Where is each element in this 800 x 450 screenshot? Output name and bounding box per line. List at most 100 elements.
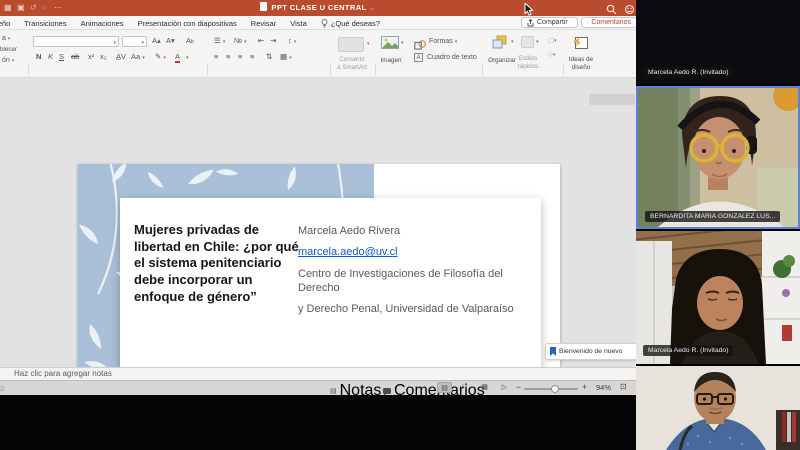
clear-format-icon[interactable]: Ab [186, 36, 194, 45]
cuadro-texto-label[interactable]: Cuadro de texto [427, 54, 477, 61]
normal-view-button[interactable]: ▤ [437, 382, 452, 393]
powerpoint-doc-icon [260, 2, 267, 11]
affiliation-line-2: y Derecho Penal, Universidad de Valparaí… [298, 302, 534, 316]
ppt-ribbon: a ▾ blecer ón ▾ ▾ ▾ A▴ A▾ Ab N K S ab x²… [0, 30, 636, 78]
participant-tile-1[interactable]: Marcela Aedo R. (Invitado) [636, 0, 800, 84]
scroll-gutter[interactable] [589, 94, 635, 105]
align-center-icon[interactable]: ≡ [226, 52, 230, 61]
participant-tile-2-active-speaker[interactable]: BERNARDITA MARIA GONZALEZ LUS... [636, 86, 800, 229]
tab-transiciones[interactable]: Transiciones [24, 19, 66, 28]
slide-text-card: Mujeres privadas de libertad en Chile: ¿… [120, 198, 541, 384]
letterbox-strip [0, 395, 636, 450]
font-color-icon[interactable]: A [175, 52, 180, 63]
notes-icon: ▤ [330, 387, 337, 395]
align-right-icon[interactable]: ≡ [238, 52, 242, 61]
convert-smartart-label[interactable]: Convertira SmartArt [330, 56, 374, 72]
feedback-smiley-icon[interactable]: ☺ [0, 383, 6, 393]
share-button[interactable]: Compartir [521, 17, 578, 28]
ribbon-clipped-1[interactable]: a ▾ [2, 35, 10, 42]
email-link[interactable]: marcela.aedo@uv.cl [298, 246, 398, 258]
textbox-icon: A [414, 53, 423, 62]
zoom-out-button[interactable]: − [516, 382, 521, 392]
reading-view-button[interactable]: ▦ [477, 382, 492, 393]
superscript-button[interactable]: x² [88, 52, 94, 61]
screen-share-powerpoint: ▦ ▣ ↺ ○ ⋯ PPT CLASE U CENTRAL ⌄ Diseño T… [0, 0, 636, 395]
numbering-icon[interactable]: № ▾ [234, 36, 247, 45]
menu-tabs: Diseño Transiciones Animaciones Presenta… [0, 16, 380, 30]
italic-button[interactable]: K [48, 52, 53, 61]
formas-label[interactable]: Formas ▾ [429, 38, 457, 45]
participant-name: Marcela Aedo R. (Invitado) [643, 345, 733, 356]
strikethrough-button[interactable]: ab [71, 52, 79, 61]
participant-name: Marcela Aedo R. (Invitado) [643, 67, 733, 78]
justify-icon[interactable]: ≡ [250, 52, 254, 61]
bold-button[interactable]: N [36, 52, 41, 61]
picture-icon[interactable] [381, 36, 399, 54]
participant-name: BERNARDITA MARIA GONZALEZ LUS... [645, 211, 780, 222]
font-name-combo[interactable]: ▾ [33, 36, 119, 47]
tab-revisar[interactable]: Revisar [251, 19, 276, 28]
decrease-indent-icon[interactable]: ⇤ [258, 36, 264, 45]
imagen-label[interactable]: Imagen [372, 57, 410, 65]
slideshow-button[interactable]: ▷ [497, 382, 512, 393]
comments-bubble-icon [383, 388, 391, 394]
comments-button[interactable]: Comentarios [581, 17, 637, 28]
text-direction-icon[interactable]: ⇅ [266, 52, 272, 61]
quick-styles-icon[interactable] [521, 36, 534, 48]
columns-icon[interactable]: ▦ ▾ [280, 52, 292, 61]
bookmark-icon [550, 347, 556, 356]
ribbon-clipped-2[interactable]: blecer [0, 46, 17, 53]
author-name: Marcela Aedo Rivera [298, 224, 534, 238]
font-color-caret[interactable]: ▾ [186, 55, 189, 61]
zoom-in-button[interactable]: + [582, 382, 587, 392]
smartart-icon[interactable] [338, 37, 364, 52]
underline-button[interactable]: S [59, 52, 64, 61]
slide-workspace: Mujeres privadas de libertad en Chile: ¿… [0, 78, 636, 367]
comment-icon [587, 19, 588, 27]
notes-placeholder: Haz clic para agregar notas [14, 369, 112, 378]
zoom-level[interactable]: 94% [596, 383, 611, 392]
grow-font-icon[interactable]: A▴ [152, 36, 161, 45]
arrange-icon[interactable] [492, 35, 509, 55]
affiliation-line-1: Centro de Investigaciones de Filosofía d… [298, 267, 534, 296]
share-icon [527, 19, 534, 27]
tab-vista[interactable]: Vista [290, 19, 307, 28]
character-spacing-icon[interactable]: A̲V [116, 52, 126, 61]
tab-presentacion-con-diapositivas[interactable]: Presentación con diapositivas [138, 19, 237, 28]
align-left-icon[interactable]: ≡ [214, 52, 217, 61]
slide-sorter-button[interactable]: ∷ [457, 382, 472, 393]
video-call-window: ▦ ▣ ↺ ○ ⋯ PPT CLASE U CENTRAL ⌄ Diseño T… [0, 0, 800, 450]
change-case-icon[interactable]: Aa ▾ [131, 52, 145, 61]
design-ideas-icon[interactable] [572, 36, 589, 55]
tab-diseno[interactable]: Diseño [0, 19, 10, 28]
shrink-font-icon[interactable]: A▾ [166, 36, 175, 45]
tab-animaciones[interactable]: Animaciones [81, 19, 124, 28]
participant-video [638, 88, 798, 227]
welcome-back-callout[interactable]: Bienvenido de nuevo [545, 343, 638, 360]
slide-contact-textbox[interactable]: Marcela Aedo Rivera marcela.aedo@uv.cl C… [298, 224, 534, 323]
ribbon-clipped-3[interactable]: ón ▾ [2, 57, 14, 64]
fit-to-window-icon[interactable]: ⊡ [620, 382, 627, 391]
zoom-slider-thumb[interactable] [551, 385, 559, 393]
shape-fill-icon[interactable]: ▢▾ [548, 36, 557, 44]
highlight-color-icon[interactable]: ✎ ▾ [155, 52, 166, 61]
bullets-icon[interactable]: ☰ ▾ [214, 36, 225, 45]
font-size-combo[interactable]: ▾ [122, 36, 147, 47]
subscript-button[interactable]: x₂ [100, 52, 107, 61]
ppt-titlebar: ▦ ▣ ↺ ○ ⋯ PPT CLASE U CENTRAL ⌄ [0, 0, 636, 16]
quick-styles-label[interactable]: Estilosrápidos [508, 55, 548, 71]
line-spacing-icon[interactable]: ↕ ▾ [288, 36, 296, 45]
participants-panel: Marcela Aedo R. (Invitado) [636, 0, 800, 450]
tab-que-deseas[interactable]: ¿Qué deseas? [321, 19, 380, 28]
title-chevron-icon: ⌄ [369, 3, 376, 12]
participant-video [636, 366, 800, 450]
participant-tile-3[interactable]: Marcela Aedo R. (Invitado) [636, 231, 800, 364]
slide-title-textbox[interactable]: Mujeres privadas de libertad en Chile: ¿… [134, 222, 300, 305]
increase-indent-icon[interactable]: ⇥ [270, 36, 276, 45]
document-title: PPT CLASE U CENTRAL ⌄ [0, 0, 636, 16]
lightbulb-icon [321, 19, 328, 28]
shape-outline-icon[interactable]: ◇▾ [548, 50, 556, 58]
design-ideas-label[interactable]: Ideas dediseño [562, 56, 600, 72]
participant-tile-4[interactable] [636, 366, 800, 450]
mouse-cursor [524, 3, 534, 16]
